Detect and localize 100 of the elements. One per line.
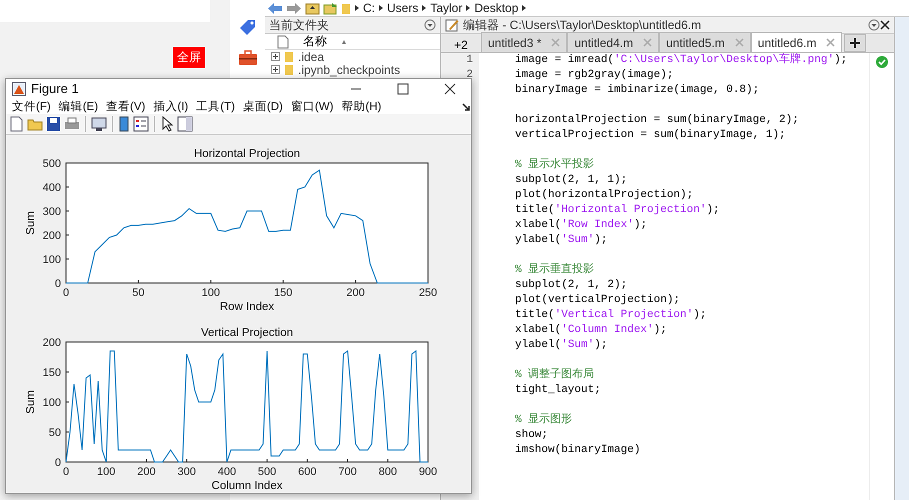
breadcrumb-item[interactable]: Users: [387, 1, 418, 15]
code-line: ylabel('Sum');: [515, 234, 608, 246]
x-tick-label: 100: [97, 466, 116, 478]
breadcrumb-item[interactable]: C:: [363, 1, 375, 15]
column-header[interactable]: 名称: [303, 33, 327, 50]
code-line: image = rgb2gray(image);: [515, 69, 674, 81]
menu-item[interactable]: 插入(I): [149, 99, 192, 114]
monitor-icon[interactable]: [91, 116, 107, 132]
y-axis-label: Sum: [25, 211, 37, 235]
code-line: title('Horizontal Projection');: [515, 204, 720, 216]
y-tick-label: 200: [42, 230, 61, 242]
expand-icon[interactable]: [271, 65, 280, 74]
folder-icon: [284, 50, 294, 62]
line-number: 2: [465, 68, 473, 83]
x-tick-label: 250: [418, 287, 438, 299]
panel-title: 当前文件夹: [269, 16, 329, 34]
new-file-icon[interactable]: [9, 116, 24, 132]
menu-item[interactable]: 窗口(W): [286, 99, 338, 114]
code-line: subplot(2, 1, 1);: [515, 174, 628, 186]
x-tick-label: 800: [378, 466, 397, 478]
dropdown-icon[interactable]: [424, 19, 436, 31]
code-line: plot(horizontalProjection);: [515, 189, 694, 201]
chevron-icon: [354, 4, 360, 12]
folder-icon: [284, 64, 294, 76]
breadcrumb-item[interactable]: Taylor: [430, 1, 462, 15]
x-tick-label: 50: [132, 287, 145, 299]
line-number: 1: [465, 53, 473, 68]
close-icon[interactable]: [880, 20, 890, 30]
fullscreen-button[interactable]: 全屏: [173, 47, 205, 68]
x-tick-label: 900: [418, 466, 438, 478]
back-arrow-icon[interactable]: [267, 2, 283, 14]
folder-name[interactable]: .ipynb_checkpoints: [298, 62, 400, 76]
editor-tab[interactable]: untitled3 *: [481, 32, 568, 52]
code-line: subplot(2, 1, 2);: [515, 279, 628, 291]
file-icon: [277, 34, 289, 48]
x-tick-label: 100: [202, 287, 220, 299]
tag-icon[interactable]: [238, 18, 256, 36]
chevron-icon: [421, 4, 428, 12]
legend-icon[interactable]: [133, 116, 149, 132]
y-axis-label: Sum: [25, 390, 37, 414]
code-line: ylabel('Sum');: [515, 339, 608, 351]
y-tick-label: 300: [42, 206, 61, 218]
editor-tab[interactable]: untitled6.m: [750, 32, 842, 52]
chevron-icon: [521, 4, 528, 12]
code-line: imshow(binaryImage): [515, 444, 640, 456]
y-tick-label: 400: [42, 182, 61, 194]
code-line: % 显示水平投影: [515, 159, 594, 171]
x-tick-label: 500: [258, 466, 276, 478]
code-line: tight_layout;: [515, 384, 601, 396]
y-tick-label: 150: [42, 367, 61, 379]
code-line: xlabel('Row Index');: [515, 219, 648, 231]
menu-item[interactable]: 工具(T): [192, 99, 239, 114]
editor-title: 编辑器 - C:\Users\Taylor\Desktop\untitled6.m: [462, 16, 702, 34]
close-button[interactable]: [444, 82, 456, 95]
new-tab-button[interactable]: [844, 34, 866, 52]
code-line: % 显示图形: [515, 414, 572, 426]
figure-app-icon: [12, 82, 26, 96]
menu-item[interactable]: 查看(V): [102, 99, 150, 114]
x-axis-label: Column Index: [212, 480, 282, 490]
menu-item[interactable]: 帮助(H): [337, 99, 386, 114]
save-icon[interactable]: [46, 116, 61, 132]
menu-item[interactable]: 文件(F): [8, 99, 55, 114]
more-tabs-button[interactable]: +2: [441, 38, 481, 52]
code-line: verticalProjection = sum(binaryImage, 1);: [515, 129, 786, 141]
chart-title: Horizontal Projection: [194, 148, 300, 160]
expand-icon[interactable]: [271, 52, 280, 61]
window-title: Figure 1: [31, 81, 80, 96]
sort-icon: [341, 38, 347, 44]
x-tick-label: 200: [137, 466, 156, 478]
toolbox-icon[interactable]: [238, 50, 258, 66]
chevron-icon: [465, 4, 472, 12]
x-axis-label: Row Index: [220, 301, 274, 311]
code-line: plot(verticalProjection);: [515, 294, 680, 306]
folder-name[interactable]: .idea: [298, 50, 324, 64]
breadcrumb-item[interactable]: Desktop: [474, 1, 518, 15]
y-tick-label: 50: [48, 427, 61, 439]
dock-arrow-icon[interactable]: [461, 102, 471, 112]
x-tick-label: 150: [274, 287, 292, 299]
dropdown-icon[interactable]: [868, 19, 880, 31]
cursor-icon[interactable]: [160, 116, 174, 132]
code-line: binaryImage = imbinarize(image, 0.8);: [515, 84, 760, 96]
code-line: image = imread('C:\Users\Taylor\Desktop\车牌.png');: [515, 54, 848, 66]
folder-up-icon[interactable]: [305, 2, 320, 14]
menu-item[interactable]: 编辑(E): [54, 99, 102, 114]
panel-icon[interactable]: [177, 116, 193, 132]
menu-item[interactable]: 桌面(D): [238, 99, 287, 114]
maximize-button[interactable]: [397, 82, 409, 95]
colorbar-icon[interactable]: [118, 116, 130, 132]
x-tick-label: 0: [62, 287, 70, 299]
y-tick-label: 0: [54, 278, 61, 290]
code-line: show;: [515, 429, 548, 441]
y-tick-label: 500: [42, 158, 61, 170]
pencil-icon: [445, 18, 459, 32]
code-line: xlabel('Column Index');: [515, 324, 667, 336]
y-tick-label: 200: [42, 337, 61, 349]
x-tick-label: 600: [298, 466, 317, 478]
editor-tab[interactable]: untitled5.m: [659, 32, 751, 52]
y-tick-label: 100: [42, 254, 61, 266]
editor-tab[interactable]: untitled4.m: [567, 32, 660, 52]
chart-title: Vertical Projection: [200, 327, 294, 339]
